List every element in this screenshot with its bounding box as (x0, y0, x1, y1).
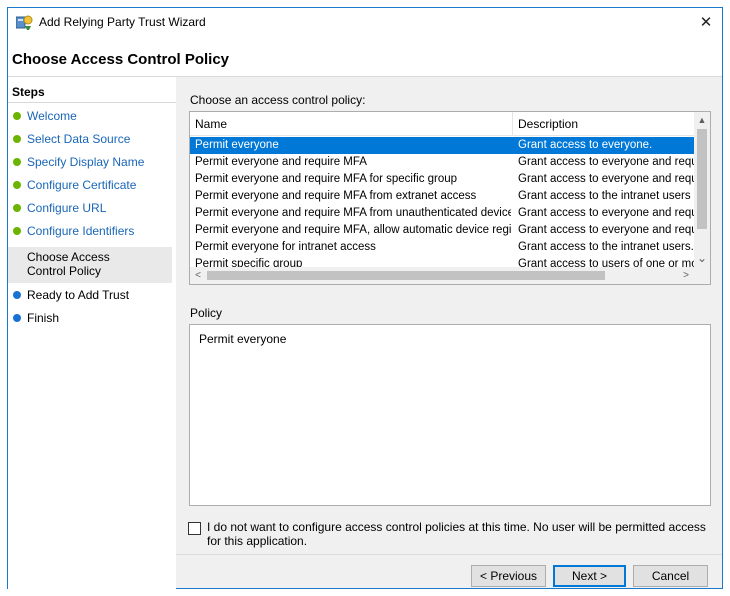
row-description: Grant access to everyone and requir (518, 207, 694, 219)
step-ready-to-add-trust: Ready to Add Trust (8, 288, 172, 306)
row-name: Permit everyone for intranet access (195, 241, 376, 253)
step-label: Welcome (27, 109, 77, 123)
row-description: Grant access to everyone. (518, 139, 653, 151)
step-label: Configure Identifiers (27, 224, 135, 238)
listview-rows: Permit everyone Grant access to everyone… (190, 136, 694, 267)
table-row[interactable]: Permit everyone and require MFA for spec… (190, 171, 694, 188)
green-dot-icon (13, 135, 21, 143)
cancel-button[interactable]: Cancel (633, 565, 708, 587)
step-specify-display-name[interactable]: Specify Display Name (8, 155, 172, 173)
wizard-content: Steps Welcome Select Data Source Specify… (8, 76, 722, 589)
green-dot-icon (13, 112, 21, 120)
steps-header: Steps (12, 85, 45, 99)
vertical-scrollbar[interactable]: ▲ ⌄ (694, 112, 710, 267)
step-label: Finish (27, 311, 60, 325)
table-row[interactable]: Permit everyone and require MFA Grant ac… (190, 154, 694, 171)
step-label: Configure URL (27, 201, 107, 215)
scroll-down-icon[interactable]: ⌄ (694, 250, 710, 266)
green-dot-icon (13, 158, 21, 166)
row-description: Grant access to everyone and requir (518, 173, 694, 185)
previous-button[interactable]: < Previous (471, 565, 546, 587)
column-header-description[interactable]: Description (513, 112, 694, 136)
green-dot-icon (13, 254, 21, 262)
column-header-name[interactable]: Name (190, 112, 513, 136)
blue-dot-icon (13, 291, 21, 299)
close-button[interactable]: ✕ (690, 8, 722, 36)
horizontal-scroll-thumb[interactable] (207, 271, 605, 280)
wizard-window: Add Relying Party Trust Wizard ✕ Choose … (7, 7, 723, 589)
footer-divider (176, 554, 722, 555)
row-description: Grant access to the intranet users. (518, 241, 694, 253)
row-name: Permit everyone (195, 139, 279, 151)
steps-divider (8, 102, 176, 103)
wizard-header: Choose Access Control Policy (8, 36, 722, 76)
table-row[interactable]: Permit everyone Grant access to everyone… (190, 137, 694, 154)
title-bar: Add Relying Party Trust Wizard ✕ (8, 8, 722, 36)
row-description: Grant access to everyone and requir (518, 224, 694, 236)
vertical-scroll-thumb[interactable] (697, 129, 707, 229)
step-label: Select Data Source (27, 132, 131, 146)
table-row[interactable]: Permit everyone and require MFA from ext… (190, 188, 694, 205)
scroll-up-icon[interactable]: ▲ (694, 112, 710, 128)
step-label: Ready to Add Trust (27, 288, 130, 302)
relying-party-trust-icon (15, 14, 34, 30)
step-finish: Finish (8, 311, 172, 329)
row-name: Permit specific group (195, 258, 303, 267)
table-row[interactable]: Permit everyone and require MFA, allow a… (190, 222, 694, 239)
step-select-data-source[interactable]: Select Data Source (8, 132, 172, 150)
page-title: Choose Access Control Policy (12, 51, 230, 68)
step-label: Configure Certificate (27, 178, 137, 192)
scroll-left-icon[interactable]: < (190, 267, 206, 284)
opt-out-label[interactable]: I do not want to configure access contro… (207, 520, 707, 548)
main-panel: Choose an access control policy: Name De… (176, 77, 722, 589)
next-button[interactable]: Next > (553, 565, 626, 587)
policy-listview[interactable]: Name Description Permit everyone Grant a… (189, 111, 711, 285)
step-choose-access-control-policy: Choose Access Control Policy (8, 247, 172, 283)
window-title: Add Relying Party Trust Wizard (39, 15, 206, 29)
step-label: Specify Display Name (27, 155, 145, 169)
policy-detail-box: Permit everyone (189, 324, 711, 506)
blue-dot-icon (13, 314, 21, 322)
step-configure-certificate[interactable]: Configure Certificate (8, 178, 172, 196)
row-name: Permit everyone and require MFA, allow a… (195, 224, 511, 236)
policy-detail-text: Permit everyone (199, 332, 287, 346)
opt-out-checkbox[interactable] (188, 522, 201, 535)
scrollbar-corner (694, 267, 710, 284)
row-description: Grant access to everyone and requir (518, 156, 694, 168)
horizontal-scrollbar[interactable]: < > (190, 267, 694, 284)
row-description: Grant access to users of one or more (518, 258, 694, 267)
table-row[interactable]: Permit everyone for intranet access Gran… (190, 239, 694, 256)
row-name: Permit everyone and require MFA (195, 156, 367, 168)
green-dot-icon (13, 181, 21, 189)
green-dot-icon (13, 227, 21, 235)
green-dot-icon (13, 204, 21, 212)
row-name: Permit everyone and require MFA for spec… (195, 173, 458, 185)
steps-panel: Steps Welcome Select Data Source Specify… (8, 77, 176, 589)
policy-detail-label: Policy (190, 306, 223, 320)
listview-header: Name Description (190, 112, 694, 136)
policy-list-label: Choose an access control policy: (190, 93, 366, 107)
close-icon: ✕ (699, 14, 713, 31)
step-welcome[interactable]: Welcome (8, 109, 172, 127)
step-configure-url[interactable]: Configure URL (8, 201, 172, 219)
row-name: Permit everyone and require MFA from una… (195, 207, 511, 219)
table-row[interactable]: Permit everyone and require MFA from una… (190, 205, 694, 222)
step-configure-identifiers[interactable]: Configure Identifiers (8, 224, 172, 242)
row-name: Permit everyone and require MFA from ext… (195, 190, 477, 202)
step-label: Choose Access Control Policy (27, 250, 110, 278)
scroll-right-icon[interactable]: > (678, 267, 694, 284)
table-row[interactable]: Permit specific group Grant access to us… (190, 256, 694, 267)
row-description: Grant access to the intranet users ar (518, 190, 694, 202)
